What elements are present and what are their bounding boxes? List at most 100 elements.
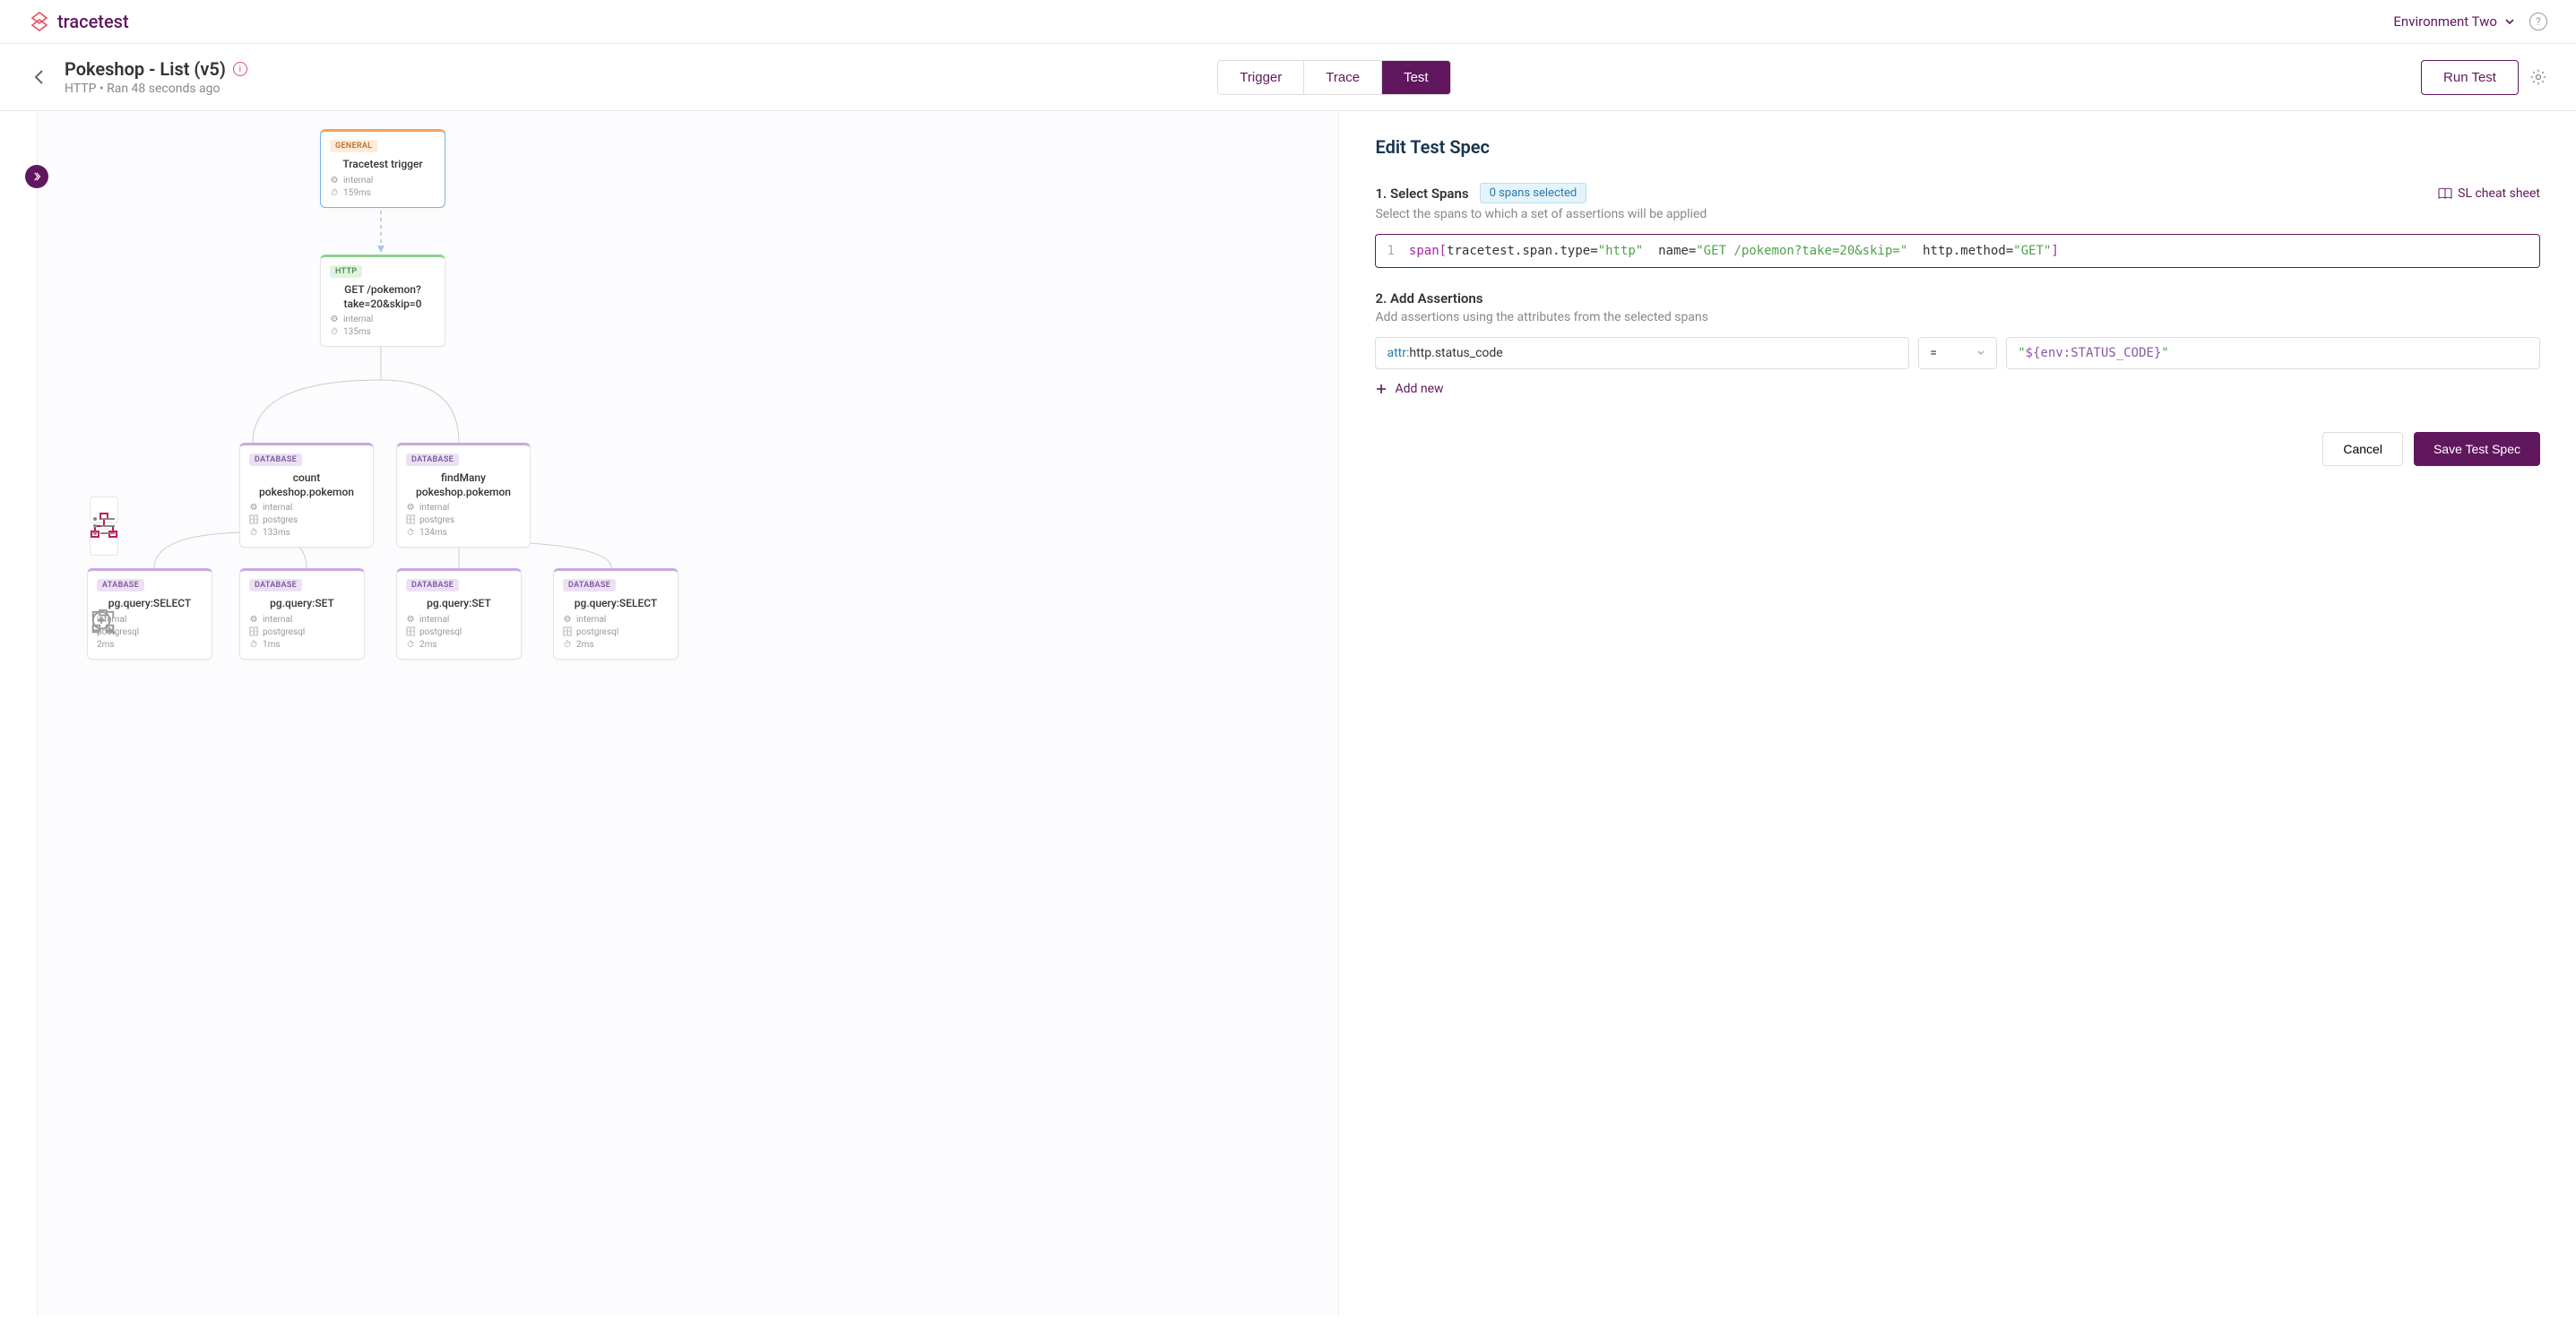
node-name: count pokeshop.pokemon	[249, 471, 364, 499]
gear-icon: ⚙	[330, 315, 339, 324]
node-badge: DATABASE	[406, 453, 459, 466]
node-badge: DATABASE	[249, 579, 302, 591]
span-node-general[interactable]: GENERAL Tracetest trigger ⚙internal ⏱159…	[320, 129, 445, 208]
fit-view-button[interactable]	[90, 625, 117, 650]
sl-cheat-sheet-link[interactable]: SL cheat sheet	[2438, 186, 2540, 201]
clock-icon: ⏱	[563, 640, 572, 649]
node-name: GET /pokemon?take=20&skip=0	[330, 283, 436, 311]
gear-icon: ⚙	[249, 615, 258, 624]
save-test-spec-button[interactable]: Save Test Spec	[2414, 432, 2540, 466]
clock-icon: ⏱	[406, 640, 415, 649]
node-time: 134ms	[419, 528, 447, 538]
attr-name: http.status_code	[1409, 346, 1502, 360]
line-number: 1	[1387, 244, 1394, 258]
gear-icon: ⚙	[406, 504, 415, 513]
node-name: pg.query:SELECT	[563, 597, 669, 611]
node-name: pg.query:SET	[249, 597, 355, 611]
expand-handle[interactable]	[25, 165, 48, 188]
layout-button[interactable]	[90, 655, 117, 680]
book-icon	[2438, 187, 2452, 200]
node-time: 133ms	[263, 528, 290, 538]
node-internal: internal	[419, 503, 449, 513]
subtitle: HTTP • Ran 48 seconds ago	[65, 82, 247, 96]
clock-icon: ⏱	[406, 529, 415, 538]
add-assertion-button[interactable]: Add new	[1375, 382, 2540, 396]
view-list-button[interactable]	[90, 529, 118, 556]
run-test-button[interactable]: Run Test	[2421, 60, 2519, 95]
clock-icon: ⏱	[330, 188, 339, 197]
trace-canvas[interactable]: GENERAL Tracetest trigger ⚙ internal ⏱ 159…	[38, 111, 1338, 1316]
side-strip	[0, 111, 38, 1316]
node-time: 135ms	[343, 327, 371, 337]
node-name: findMany pokeshop.pokemon	[406, 471, 521, 499]
span-node-database[interactable]: DATABASE pg.query:SET ⚙internal 🗄postgre…	[239, 568, 365, 660]
node-db: postgres	[419, 515, 454, 525]
logo[interactable]: tracetest	[29, 11, 129, 32]
db-icon: 🗄	[249, 516, 258, 525]
db-icon: 🗄	[406, 627, 415, 636]
node-badge: HTTP	[330, 265, 362, 278]
code-content: span[tracetest.span.type="http" name="GE…	[1409, 244, 2059, 258]
span-node-http[interactable]: HTTP GET /pokemon?take=20&skip=0 ⚙ intern…	[320, 255, 445, 347]
gear-icon: ⚙	[406, 615, 415, 624]
clock-icon: ⏱	[330, 328, 339, 337]
gear-icon[interactable]	[2529, 68, 2547, 86]
node-internal: internal	[343, 176, 373, 186]
node-db: postgresql	[263, 627, 305, 637]
environment-selector[interactable]: Environment Two	[2393, 13, 2515, 30]
tab-trace[interactable]: Trace	[1304, 61, 1382, 94]
node-name: Tracetest trigger	[330, 158, 436, 172]
chevron-right-icon	[30, 170, 43, 183]
assertion-value-field[interactable]: "${env:STATUS_CODE}"	[2006, 337, 2540, 369]
view-graph-button[interactable]	[90, 496, 118, 523]
clock-icon: ⏱	[249, 640, 258, 649]
span-node-database[interactable]: DATABASE pg.query:SET ⚙ internal 🗄 postgre…	[396, 568, 522, 660]
zoom-out-button[interactable]	[90, 594, 117, 619]
node-time: 1ms	[263, 640, 281, 650]
attr-prefix: attr:	[1387, 346, 1409, 360]
node-db: postgresql	[419, 627, 462, 637]
assertion-operator-select[interactable]: =	[1918, 337, 1997, 369]
logo-icon	[29, 11, 50, 32]
zoom-in-button[interactable]	[90, 564, 117, 589]
gear-icon: ⚙	[563, 615, 572, 624]
node-badge: GENERAL	[330, 140, 377, 152]
tab-trigger[interactable]: Trigger	[1218, 61, 1304, 94]
tab-test[interactable]: Test	[1382, 61, 1450, 94]
assertion-attribute-field[interactable]: attr:http.status_code	[1375, 337, 1909, 369]
node-internal: internal	[263, 503, 292, 513]
node-badge: DATABASE	[563, 579, 616, 591]
db-icon: 🗄	[563, 627, 572, 636]
page-title: Pokeshop - List (v5)	[65, 58, 226, 80]
back-button[interactable]	[29, 66, 50, 88]
section-desc: Select the spans to which a set of asser…	[1375, 207, 2540, 221]
span-selector-input[interactable]: 1 span[tracetest.span.type="http" name="…	[1375, 234, 2540, 268]
node-time: 159ms	[343, 188, 371, 198]
spans-selected-badge: 0 spans selected	[1480, 183, 1587, 203]
cancel-button[interactable]: Cancel	[2322, 432, 2403, 466]
node-time: 2ms	[576, 640, 594, 650]
section-select-spans: 1. Select Spans	[1375, 186, 1468, 202]
node-internal: internal	[419, 615, 449, 625]
node-db: postgresql	[576, 627, 618, 637]
section-add-assertions: 2. Add Assertions	[1375, 290, 1482, 307]
span-node-database[interactable]: DATABASE pg.query:SELECT ⚙ internal 🗄 post…	[553, 568, 679, 660]
gear-icon: ⚙	[249, 504, 258, 513]
add-new-label: Add new	[1395, 382, 1443, 396]
chevron-down-icon	[1976, 349, 1985, 358]
info-icon[interactable]: i	[233, 62, 247, 76]
span-node-database[interactable]: DATABASE count pokeshop.pokemon ⚙interna…	[239, 443, 374, 548]
db-icon: 🗄	[249, 627, 258, 636]
node-db: postgres	[263, 515, 298, 525]
plus-icon	[1375, 383, 1387, 395]
db-icon: 🗄	[406, 516, 415, 525]
node-internal: internal	[576, 615, 606, 625]
span-node-database[interactable]: DATABASE findMany pokeshop.pokemon ⚙ inte…	[396, 443, 531, 548]
node-badge: DATABASE	[406, 579, 459, 591]
logo-text: tracetest	[57, 11, 129, 32]
node-internal: internal	[343, 315, 373, 324]
node-name: pg.query:SET	[406, 597, 512, 611]
clock-icon: ⏱	[249, 529, 258, 538]
operator-value: =	[1930, 346, 1937, 360]
help-icon[interactable]: ?	[2529, 13, 2547, 30]
